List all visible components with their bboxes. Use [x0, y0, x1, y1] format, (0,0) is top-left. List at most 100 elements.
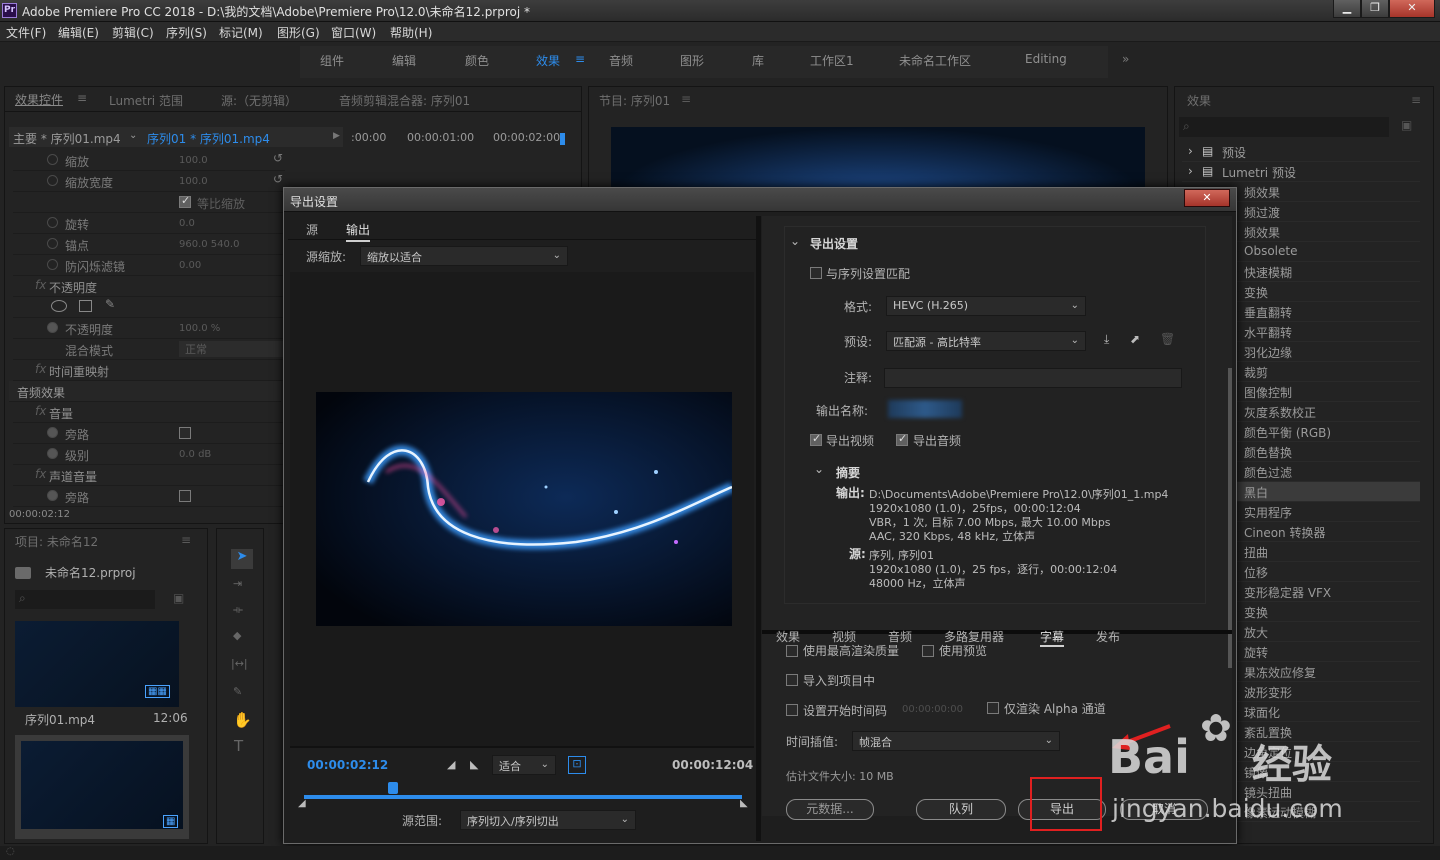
chevron-right-icon[interactable]: › — [1188, 164, 1193, 178]
set-in-point-icon[interactable]: ◢ — [447, 758, 455, 771]
property-row[interactable]: 锚点 960.0 540.0 — [13, 234, 285, 255]
stopwatch-icon[interactable] — [47, 238, 58, 249]
workspace-tab[interactable]: Editing — [1025, 52, 1067, 66]
stopwatch-icon[interactable] — [47, 427, 58, 438]
timeline-scrubber[interactable] — [304, 795, 742, 799]
ripple-edit-tool-icon[interactable]: ⟛ — [233, 603, 243, 617]
property-row[interactable]: 缩放宽度 100.0 ↺ — [13, 171, 285, 192]
panel-menu-icon[interactable]: ≡ — [1411, 93, 1421, 107]
stopwatch-icon[interactable] — [47, 175, 58, 186]
slip-tool-icon[interactable]: |↔| — [231, 657, 248, 670]
workspace-menu-icon[interactable]: ≡ — [575, 52, 585, 66]
selection-tool-icon[interactable]: ➤ — [231, 549, 253, 569]
workspace-tab[interactable]: 音频 — [609, 52, 633, 69]
tab-audio-clip-mixer[interactable]: 音频剪辑混合器: 序列01 — [339, 92, 470, 109]
bypass-checkbox[interactable] — [179, 490, 191, 502]
fit-select[interactable]: 适合 ⌄ — [492, 755, 556, 775]
preset-select[interactable]: 匹配源 - 高比特率 ⌄ — [886, 331, 1086, 351]
tab-source[interactable]: 源:（无剪辑） — [221, 92, 297, 109]
sequence-clip-label[interactable]: 序列01 * 序列01.mp4 — [147, 130, 270, 147]
tab-effects[interactable]: 效果 — [776, 628, 800, 645]
track-select-tool-icon[interactable]: ⇥ — [233, 577, 242, 590]
effect-row-volume[interactable]: fx 音量 — [13, 402, 285, 423]
workspace-tab[interactable]: 编辑 — [392, 52, 416, 69]
property-row[interactable]: 混合模式 正常 — [13, 339, 285, 360]
effect-controls-timecode[interactable]: 00:00:02:12 — [9, 509, 70, 520]
source-scale-select[interactable]: 缩放以适合 ⌄ — [360, 246, 568, 266]
menu-graphics[interactable]: 图形(G) — [277, 24, 320, 41]
property-row[interactable]: 旁路 — [13, 486, 285, 507]
out-point-marker-icon[interactable]: ◣ — [740, 798, 748, 809]
match-sequence-checkbox[interactable] — [810, 267, 822, 279]
property-row[interactable]: 旁路 — [13, 423, 285, 444]
max-render-quality-checkbox[interactable] — [786, 645, 798, 657]
bypass-checkbox[interactable] — [179, 427, 191, 439]
rectangle-mask-icon[interactable] — [79, 300, 92, 312]
chevron-down-icon[interactable]: ⌄ — [814, 462, 824, 476]
menu-sequence[interactable]: 序列(S) — [166, 24, 207, 41]
stopwatch-icon[interactable] — [47, 490, 58, 501]
restore-button[interactable]: ❐ — [1361, 0, 1389, 18]
property-row[interactable]: 防闪烁滤镜 0.00 — [13, 255, 285, 276]
tab-source[interactable]: 源 — [306, 221, 318, 238]
close-window-button[interactable]: ✕ — [1389, 0, 1435, 18]
tab-captions[interactable]: 字幕 — [1040, 628, 1065, 647]
effect-row-time-remap[interactable]: fx 时间重映射 — [13, 360, 285, 381]
panel-menu-icon[interactable]: ≡ — [77, 91, 87, 105]
type-tool-icon[interactable]: T — [234, 737, 243, 755]
panel-menu-icon[interactable]: ≡ — [681, 92, 691, 106]
menu-file[interactable]: 文件(F) — [6, 24, 46, 41]
blend-mode-select[interactable]: 正常 — [179, 341, 283, 357]
workspace-overflow-icon[interactable]: » — [1122, 52, 1129, 66]
workspace-tab[interactable]: 组件 — [320, 52, 344, 69]
hand-tool-icon[interactable]: ✋ — [233, 711, 252, 729]
export-audio-checkbox[interactable] — [896, 432, 908, 446]
workspace-tab[interactable]: 颜色 — [465, 52, 489, 69]
current-timecode[interactable]: 00:00:02:12 — [307, 758, 388, 772]
pen-mask-icon[interactable]: ✎ — [105, 297, 115, 311]
playhead-marker[interactable] — [388, 782, 398, 794]
tab-publish[interactable]: 发布 — [1096, 628, 1120, 645]
pen-tool-icon[interactable]: ✎ — [233, 685, 242, 698]
chevron-down-icon[interactable]: ⌄ — [129, 130, 137, 141]
stopwatch-icon[interactable] — [47, 448, 58, 459]
output-name-link[interactable] — [888, 400, 962, 418]
menu-window[interactable]: 窗口(W) — [331, 24, 376, 41]
queue-button[interactable]: 队列 — [916, 799, 1006, 820]
start-timecode-value[interactable]: 00:00:00:00 — [902, 704, 963, 715]
reset-icon[interactable]: ↺ — [273, 151, 283, 165]
source-range-select[interactable]: 序列切入/序列切出 ⌄ — [460, 810, 636, 830]
razor-tool-icon[interactable]: ◆ — [233, 629, 241, 642]
workspace-tab-effects[interactable]: 效果 — [536, 52, 560, 69]
delete-preset-icon[interactable]: 🗑 — [1160, 332, 1175, 346]
tab-lumetri-scopes[interactable]: Lumetri 范围 — [109, 92, 183, 109]
property-row[interactable]: 等比缩放 — [13, 192, 285, 213]
time-interpolation-select[interactable]: 帧混合 ⌄ — [852, 731, 1060, 751]
workspace-tab[interactable]: 库 — [752, 52, 764, 69]
alpha-only-checkbox[interactable] — [987, 702, 999, 714]
property-row[interactable]: 级别 0.0 dB — [13, 444, 285, 465]
new-bin-icon[interactable]: ▣ — [173, 591, 184, 605]
aspect-ratio-correction-icon[interactable]: ⊡ — [568, 756, 586, 774]
tab-effect-controls[interactable]: 效果控件 — [15, 91, 63, 108]
save-preset-icon[interactable]: ⤓ — [1104, 332, 1109, 347]
in-point-marker-icon[interactable]: ◢ — [298, 798, 306, 809]
stopwatch-icon[interactable] — [47, 259, 58, 270]
sequence-item[interactable]: ▦ — [15, 735, 189, 839]
chevron-down-icon[interactable]: ⌄ — [790, 234, 800, 248]
master-clip-label[interactable]: 主要 * 序列01.mp4 — [13, 130, 121, 147]
export-video-checkbox[interactable] — [810, 432, 822, 446]
workspace-tab[interactable]: 图形 — [680, 52, 704, 69]
property-row[interactable]: 缩放 100.0 ↺ — [13, 150, 285, 171]
menu-marker[interactable]: 标记(M) — [219, 24, 263, 41]
tab-project[interactable]: 项目: 未命名12 — [15, 533, 98, 550]
chevron-right-icon[interactable]: › — [1188, 144, 1193, 158]
import-preset-icon[interactable]: ⬈ — [1130, 332, 1140, 346]
settings-scrollbar[interactable] — [1228, 368, 1232, 668]
workspace-tab[interactable]: 工作区1 — [810, 52, 854, 69]
comment-input[interactable] — [884, 368, 1182, 388]
effects-list-item[interactable]: › ▤ Lumetri 预设 — [1182, 162, 1420, 182]
play-arrow-icon[interactable]: ▶ — [333, 131, 340, 141]
effects-search-input[interactable]: ⌕ — [1179, 117, 1389, 137]
property-row[interactable]: 旋转 0.0 — [13, 213, 285, 234]
